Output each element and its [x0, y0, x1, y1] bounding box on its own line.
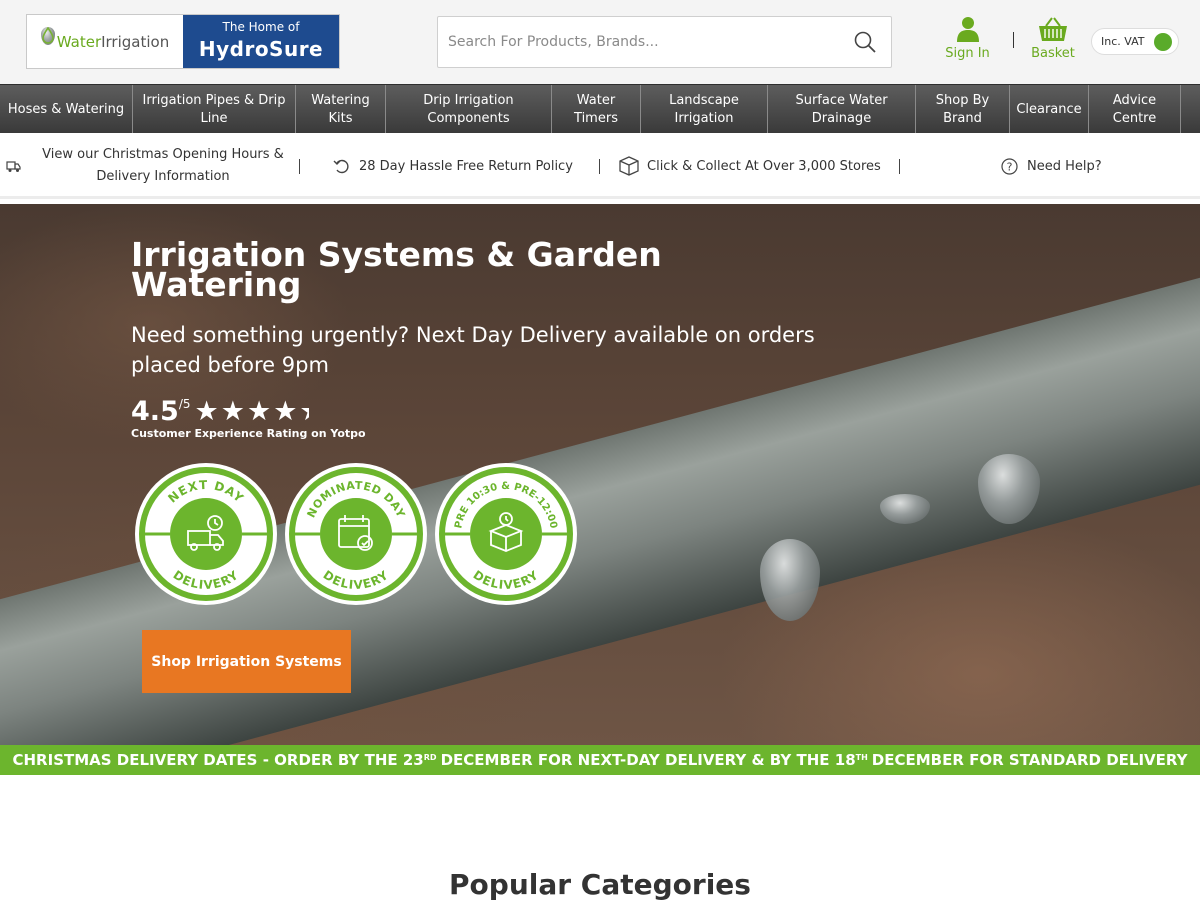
nav-clearance[interactable]: Clearance — [1010, 85, 1089, 134]
sign-in-link[interactable]: Sign In — [940, 16, 995, 66]
main-nav: Hoses & Watering Irrigation Pipes & Drip… — [0, 84, 1200, 134]
site-header: WaterIrrigation The Home of HydroSure Si… — [0, 0, 1200, 84]
nominated-day-delivery-badge: NOMINATED DAY DELIVERY — [285, 463, 427, 605]
banner-sup2: TH — [855, 752, 868, 762]
popular-categories-heading: Popular Categories — [449, 868, 751, 901]
hydrosure-tagline: The Home of — [222, 20, 300, 34]
returns-info[interactable]: 28 Day Hassle Free Return Policy — [333, 133, 573, 199]
vat-label: Inc. VAT — [1101, 35, 1145, 48]
nav-water-timers[interactable]: Water Timers — [552, 85, 641, 134]
banner-text-part3: DECEMBER FOR STANDARD DELIVERY — [871, 751, 1188, 769]
search-box — [437, 16, 892, 68]
timed-delivery-badge: PRE 10:30 & PRE-12:00 DELIVERY — [435, 463, 577, 605]
click-collect-text: Click & Collect At Over 3,000 Stores — [647, 158, 881, 174]
rating-stars: ★★★★★ — [195, 396, 310, 427]
info-divider — [899, 159, 900, 174]
next-day-delivery-badge: NEXT DAY DELIVERY — [135, 463, 277, 605]
nav-irrigation-pipes[interactable]: Irrigation Pipes & Drip Line — [133, 85, 296, 134]
hero-water-drop — [760, 539, 820, 621]
info-divider — [599, 159, 600, 174]
shop-irrigation-button[interactable]: Shop Irrigation Systems — [142, 630, 351, 693]
nav-landscape-irrigation[interactable]: Landscape Irrigation — [641, 85, 768, 134]
return-arrow-icon — [333, 159, 349, 174]
svg-text:?: ? — [1007, 160, 1013, 173]
info-bar: View our Christmas Opening Hours & Deliv… — [0, 133, 1200, 199]
star-icon: ★ — [273, 396, 300, 427]
logo-water-text: Water — [56, 32, 102, 51]
basket-link[interactable]: Basket — [1026, 16, 1080, 66]
user-icon — [957, 17, 979, 42]
help-text: Need Help? — [1027, 158, 1102, 174]
star-icon: ★ — [220, 396, 247, 427]
sign-in-label: Sign In — [945, 46, 990, 61]
info-divider — [299, 159, 300, 174]
christmas-info-link[interactable]: View our Christmas Opening Hours & Deliv… — [6, 133, 296, 199]
nav-advice-centre[interactable]: Advice Centre — [1089, 85, 1181, 134]
vat-toggle-knob — [1154, 33, 1172, 51]
star-icon: ★ — [194, 396, 221, 427]
water-drop-icon — [40, 26, 55, 45]
waterirrigation-logo: Water Irrigation — [27, 15, 183, 68]
rating-score: 4.5 — [131, 396, 179, 427]
header-divider — [1013, 32, 1014, 48]
half-star-icon: ★ — [299, 396, 309, 427]
hero-title: Irrigation Systems & Garden Watering — [131, 235, 662, 304]
rating-caption: Customer Experience Rating on Yotpo — [131, 427, 366, 440]
banner-text-part1: CHRISTMAS DELIVERY DATES - ORDER BY THE … — [12, 751, 424, 769]
rating-block: 4.5/5★★★★★ — [131, 396, 309, 427]
help-question-icon: ? — [1001, 157, 1018, 175]
banner-text-part2: DECEMBER FOR NEXT-DAY DELIVERY & BY THE … — [440, 751, 856, 769]
box-icon — [619, 156, 639, 176]
hydrosure-name: HydroSure — [198, 37, 324, 61]
returns-text: 28 Day Hassle Free Return Policy — [359, 158, 573, 174]
nav-surface-water-drainage[interactable]: Surface Water Drainage — [768, 85, 916, 134]
basket-label: Basket — [1031, 46, 1075, 61]
star-icon: ★ — [246, 396, 274, 427]
help-link[interactable]: ? Need Help? — [1001, 133, 1102, 199]
delivery-truck-icon — [6, 161, 21, 172]
nav-shop-by-brand[interactable]: Shop By Brand — [916, 85, 1010, 134]
christmas-info-text: View our Christmas Opening Hours & Deliv… — [42, 147, 284, 184]
hero-subtitle: Need something urgently? Next Day Delive… — [131, 323, 815, 377]
search-icon[interactable] — [853, 30, 877, 54]
basket-icon — [1039, 17, 1067, 41]
click-collect-info[interactable]: Click & Collect At Over 3,000 Stores — [619, 133, 881, 199]
search-input[interactable] — [448, 29, 838, 55]
logo-irrigation-text: Irrigation — [101, 32, 170, 51]
nav-hoses-watering[interactable]: Hoses & Watering — [0, 85, 133, 134]
christmas-delivery-banner: CHRISTMAS DELIVERY DATES - ORDER BY THE … — [0, 745, 1200, 775]
nav-overflow — [1181, 85, 1200, 134]
nav-watering-kits[interactable]: Watering Kits — [296, 85, 386, 134]
nav-drip-components[interactable]: Drip Irrigation Components — [386, 85, 552, 134]
rating-out-of: /5 — [178, 397, 191, 411]
vat-toggle[interactable]: Inc. VAT — [1091, 28, 1179, 55]
banner-sup1: RD — [423, 752, 437, 762]
site-logo[interactable]: Water Irrigation The Home of HydroSure — [26, 14, 340, 69]
hydrosure-logo: The Home of HydroSure — [183, 15, 339, 68]
